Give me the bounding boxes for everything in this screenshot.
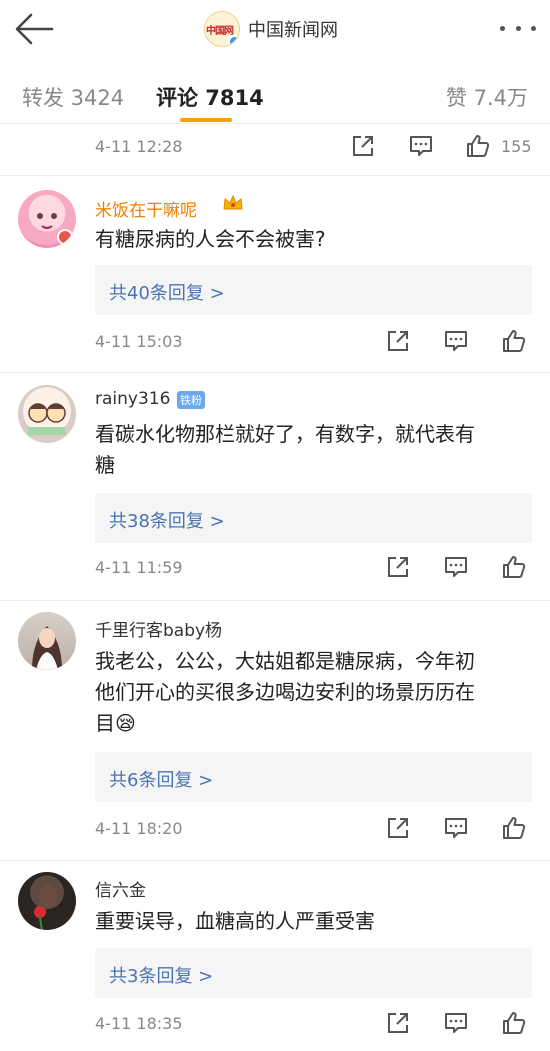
comment-icon[interactable] — [443, 815, 473, 845]
thumbs-up-icon[interactable] — [501, 1010, 531, 1040]
divider — [0, 600, 550, 601]
account-name: 中国新闻网 — [248, 20, 338, 41]
comment-text: 我老公，公公，大姑姐都是糖尿病，今年初 他们开心的买很多边喝边安利的场景历历在 … — [95, 649, 475, 735]
comment-text: 重要误导，血糖高的人严重受害 — [95, 909, 375, 933]
comment-icon[interactable] — [443, 328, 473, 358]
crown-icon — [222, 194, 244, 212]
thumbs-up-icon[interactable] — [501, 328, 531, 358]
avatar[interactable] — [18, 385, 76, 443]
comment-time: 4-11 11:59 — [95, 558, 183, 577]
share-icon[interactable] — [350, 133, 380, 163]
tab-repost[interactable]: 转发 3424 — [22, 82, 124, 112]
comment-username[interactable]: 千里行客baby杨 — [95, 616, 222, 641]
comment-username[interactable]: 信六金 — [95, 876, 146, 901]
comment-footer: 4-11 18:20 — [0, 815, 550, 845]
comment-footer: 4-11 18:35 — [0, 1010, 550, 1040]
comment-time: 4-11 18:20 — [95, 819, 183, 838]
comment-text: 看碳水化物那栏就好了，有数字，就代表有 糖 — [95, 422, 475, 477]
share-icon[interactable] — [385, 554, 415, 584]
account-header[interactable]: 中国网 中国新闻网 — [204, 10, 338, 48]
comment-username[interactable]: rainy316 — [95, 389, 170, 409]
comment-icon[interactable] — [443, 1010, 473, 1040]
replies-link[interactable]: 共6条回复 > — [95, 752, 532, 802]
tab-bar: 转发 3424 评论 7814 赞 7.4万 — [0, 58, 550, 124]
avatar[interactable] — [18, 872, 76, 930]
iron-fan-badge: 铁粉 — [177, 391, 205, 409]
brand-logo: 中国网 — [204, 11, 240, 47]
tab-like[interactable]: 赞 7.4万 — [446, 82, 528, 112]
active-tab-indicator — [180, 118, 232, 122]
comment-footer: 4-11 12:28 155 — [0, 133, 550, 163]
top-bar: 中国网 中国新闻网 — [0, 0, 550, 58]
thumbs-up-icon[interactable] — [465, 133, 495, 163]
replies-link[interactable]: 共38条回复 > — [95, 493, 532, 543]
like-count: 155 — [501, 137, 532, 156]
comment-time: 4-11 18:35 — [95, 1014, 183, 1033]
comment-icon[interactable] — [443, 554, 473, 584]
replies-link[interactable]: 共3条回复 > — [95, 948, 532, 998]
comment-username[interactable]: 米饭在干嘛呢 — [95, 196, 197, 221]
replies-link[interactable]: 共40条回复 > — [95, 265, 532, 315]
avatar[interactable] — [18, 190, 76, 248]
comment-icon[interactable] — [408, 133, 438, 163]
share-icon[interactable] — [385, 328, 415, 358]
divider — [0, 372, 550, 373]
comment-footer: 4-11 11:59 — [0, 554, 550, 584]
thumbs-up-icon[interactable] — [501, 815, 531, 845]
comment-footer: 4-11 15:03 — [0, 328, 550, 358]
comment-text: 有糖尿病的人会不会被害? — [95, 227, 326, 251]
divider — [0, 860, 550, 861]
more-dots-icon[interactable] — [500, 18, 536, 38]
avatar[interactable] — [18, 612, 76, 670]
verified-icon — [228, 35, 239, 46]
share-icon[interactable] — [385, 1010, 415, 1040]
thumbs-up-icon[interactable] — [501, 554, 531, 584]
brand-logo-text: 中国网 — [206, 26, 234, 37]
comment-time: 4-11 12:28 — [95, 137, 183, 156]
back-arrow-icon[interactable] — [14, 12, 54, 46]
vip-badge-icon — [57, 229, 73, 245]
comment-time: 4-11 15:03 — [95, 332, 183, 351]
share-icon[interactable] — [385, 815, 415, 845]
divider — [0, 175, 550, 176]
